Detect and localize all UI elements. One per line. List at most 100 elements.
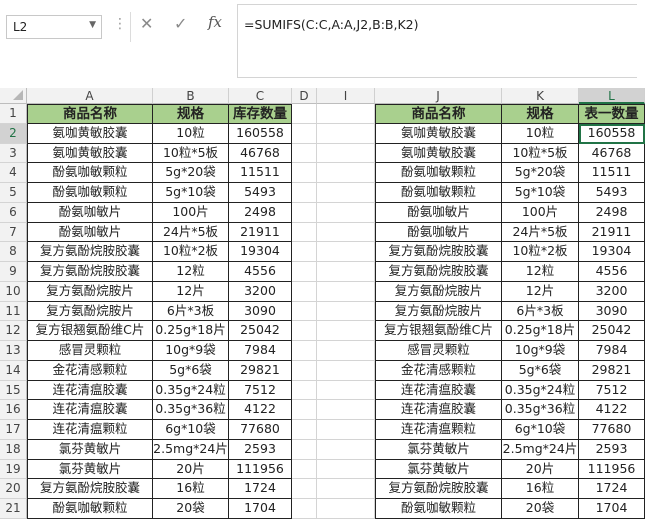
left-table-cell[interactable]: 25042: [229, 321, 292, 341]
formula-input[interactable]: =SUMIFS(C:C,A:A,J2,B:B,K2): [237, 4, 637, 78]
fx-icon[interactable]: fx: [208, 13, 222, 31]
right-table-cell[interactable]: 20袋: [502, 499, 579, 519]
right-table-cell[interactable]: 1724: [579, 479, 645, 499]
grid-cell[interactable]: [317, 341, 375, 361]
right-table-cell[interactable]: 24片*5板: [502, 222, 579, 243]
right-table-cell[interactable]: 2498: [579, 202, 645, 223]
left-table-cell[interactable]: 10g*9袋: [153, 341, 229, 361]
grid-cell[interactable]: [292, 341, 317, 361]
left-table-cell[interactable]: 1724: [229, 479, 292, 499]
left-table-cell[interactable]: 复方氨酚烷胺胶囊: [27, 262, 153, 282]
left-table-cell[interactable]: 连花清瘟胶囊: [27, 380, 153, 401]
right-table-cell[interactable]: 酚氨咖敏片: [375, 222, 502, 243]
right-table-cell[interactable]: 连花清瘟胶囊: [375, 400, 502, 420]
grid-cell[interactable]: [317, 281, 375, 302]
grid-cell[interactable]: [317, 104, 375, 124]
row-header-2[interactable]: 2: [0, 123, 27, 144]
right-table-cell[interactable]: 1704: [579, 499, 645, 519]
left-table-cell[interactable]: 1704: [229, 499, 292, 519]
grid-cell[interactable]: [317, 479, 375, 499]
right-table-cell[interactable]: 氨咖黄敏胶囊: [375, 123, 502, 144]
left-table-cell[interactable]: 连花清瘟颗粒: [27, 420, 153, 440]
left-table-cell[interactable]: 复方银翘氨酚维C片: [27, 321, 153, 341]
right-table-cell[interactable]: 复方氨酚烷胺片: [375, 301, 502, 322]
grid-cell[interactable]: [292, 281, 317, 302]
check-icon[interactable]: ✓: [174, 14, 187, 33]
grid-cell[interactable]: [317, 242, 375, 262]
left-table-cell[interactable]: 19304: [229, 242, 292, 262]
left-table-cell[interactable]: 21911: [229, 222, 292, 243]
left-table-cell[interactable]: 7512: [229, 380, 292, 401]
right-table-cell[interactable]: 氯芬黄敏片: [375, 459, 502, 480]
grid-cell[interactable]: [292, 499, 317, 519]
left-table-cell[interactable]: 复方氨酚烷胺胶囊: [27, 479, 153, 499]
left-table-cell[interactable]: 5g*10袋: [153, 183, 229, 203]
row-header-7[interactable]: 7: [0, 222, 27, 243]
right-table-cell[interactable]: 21911: [579, 222, 645, 243]
right-table-cell[interactable]: 0.25g*18片: [502, 321, 579, 341]
right-table-cell[interactable]: 复方氨酚烷胺胶囊: [375, 262, 502, 282]
grid-cell[interactable]: [317, 183, 375, 203]
grid-cell[interactable]: [317, 499, 375, 519]
grid-cell[interactable]: [292, 183, 317, 203]
right-table-cell[interactable]: 5g*6袋: [502, 360, 579, 381]
left-table-cell[interactable]: 7984: [229, 341, 292, 361]
right-table-header[interactable]: 商品名称: [375, 104, 502, 124]
left-table-cell[interactable]: 金花清感颗粒: [27, 360, 153, 381]
right-table-cell[interactable]: 10g*9袋: [502, 341, 579, 361]
grid-cell[interactable]: [292, 321, 317, 341]
grid-cell[interactable]: [292, 479, 317, 499]
row-header-20[interactable]: 20: [0, 479, 27, 499]
grid-cell[interactable]: [292, 242, 317, 262]
right-table-cell[interactable]: 29821: [579, 360, 645, 381]
right-table-cell[interactable]: 20片: [502, 459, 579, 480]
right-table-cell[interactable]: 16粒: [502, 479, 579, 499]
row-header-15[interactable]: 15: [0, 380, 27, 401]
left-table-cell[interactable]: 4122: [229, 400, 292, 420]
right-table-cell[interactable]: 77680: [579, 420, 645, 440]
row-header-4[interactable]: 4: [0, 163, 27, 183]
left-table-cell[interactable]: 氯芬黄敏片: [27, 439, 153, 460]
right-table-cell[interactable]: 111956: [579, 459, 645, 480]
right-table-cell[interactable]: 12粒: [502, 262, 579, 282]
right-table-cell[interactable]: 氨咖黄敏胶囊: [375, 143, 502, 164]
select-all-corner[interactable]: [0, 88, 27, 104]
right-table-cell[interactable]: 10粒: [502, 123, 579, 144]
column-header-c[interactable]: C: [229, 88, 292, 104]
grid-cell[interactable]: [317, 301, 375, 322]
left-table-cell[interactable]: 2593: [229, 439, 292, 460]
right-table-cell[interactable]: 100片: [502, 202, 579, 223]
left-table-cell[interactable]: 6g*10袋: [153, 420, 229, 440]
grid-cell[interactable]: [292, 222, 317, 243]
left-table-cell[interactable]: 氯芬黄敏片: [27, 459, 153, 480]
left-table-cell[interactable]: 2.5mg*24片: [153, 439, 229, 460]
left-table-cell[interactable]: 酚氨咖敏片: [27, 222, 153, 243]
left-table-cell[interactable]: 46768: [229, 143, 292, 164]
right-table-cell[interactable]: 10粒*5板: [502, 143, 579, 164]
right-table-cell[interactable]: 酚氨咖敏颗粒: [375, 183, 502, 203]
right-table-cell[interactable]: 5493: [579, 183, 645, 203]
grid-cell[interactable]: [317, 321, 375, 341]
left-table-cell[interactable]: 复方氨酚烷胺片: [27, 301, 153, 322]
right-table-cell[interactable]: 复方氨酚烷胺片: [375, 281, 502, 302]
grid-cell[interactable]: [292, 400, 317, 420]
row-header-8[interactable]: 8: [0, 242, 27, 262]
left-table-header[interactable]: 库存数量: [229, 104, 292, 124]
row-header-1[interactable]: 1: [0, 104, 27, 124]
left-table-cell[interactable]: 4556: [229, 262, 292, 282]
left-table-cell[interactable]: 3200: [229, 281, 292, 302]
left-table-cell[interactable]: 77680: [229, 420, 292, 440]
grid-cell[interactable]: [317, 123, 375, 144]
right-table-cell[interactable]: 10粒*2板: [502, 242, 579, 262]
right-table-cell[interactable]: 复方银翘氨酚维C片: [375, 321, 502, 341]
grid-cell[interactable]: [292, 163, 317, 183]
right-table-cell[interactable]: 酚氨咖敏颗粒: [375, 499, 502, 519]
left-table-cell[interactable]: 2498: [229, 202, 292, 223]
left-table-cell[interactable]: 5g*6袋: [153, 360, 229, 381]
right-table-cell[interactable]: 0.35g*36粒: [502, 400, 579, 420]
left-table-cell[interactable]: 0.35g*36粒: [153, 400, 229, 420]
left-table-cell[interactable]: 复方氨酚烷胺片: [27, 281, 153, 302]
right-table-cell[interactable]: 2.5mg*24片: [502, 439, 579, 460]
left-table-cell[interactable]: 29821: [229, 360, 292, 381]
left-table-cell[interactable]: 酚氨咖敏颗粒: [27, 183, 153, 203]
